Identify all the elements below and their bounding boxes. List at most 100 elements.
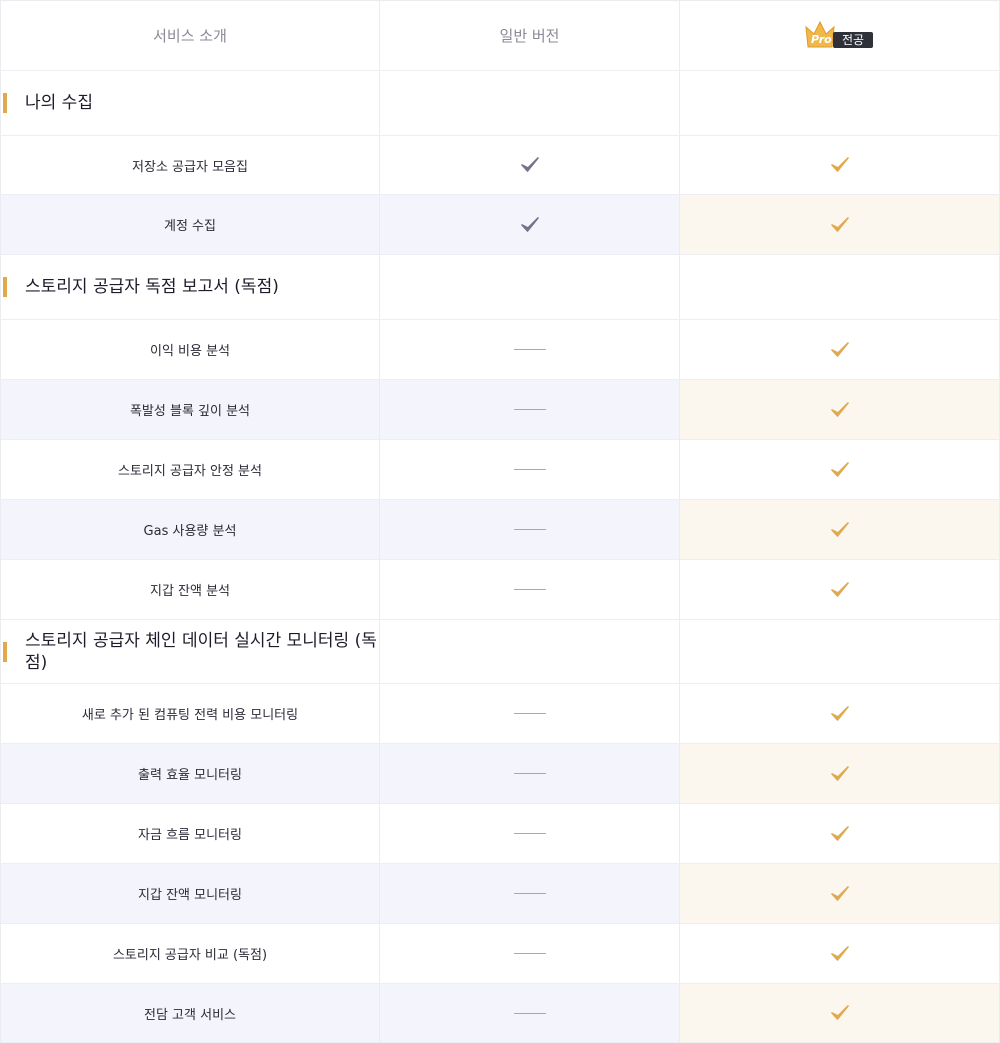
pro-check-icon (830, 581, 849, 597)
pro-check-icon (830, 401, 849, 417)
pro-availability-cell (680, 320, 1000, 379)
feature-label: 출력 효율 모니터링 (138, 768, 242, 783)
basic-availability-cell (380, 684, 680, 743)
pro-check-icon (830, 521, 849, 537)
pro-availability-cell (680, 864, 1000, 923)
feature-row: 스토리지 공급자 비교 (독점) (0, 924, 1000, 984)
feature-label: 새로 추가 된 컴퓨팅 전력 비용 모니터링 (81, 708, 299, 723)
header-basic-version: 일반 버전 (499, 27, 560, 45)
feature-row: 지갑 잔액 분석 (0, 560, 1000, 620)
feature-row: 이익 비용 분석 (0, 320, 1000, 380)
pro-availability-cell (680, 684, 1000, 743)
basic-availability-cell (380, 804, 680, 863)
section-title: 스토리지 공급자 체인 데이터 실시간 모니터링 (독점) (25, 630, 377, 673)
basic-availability-cell (380, 500, 680, 559)
pro-availability-cell (680, 136, 1000, 194)
section-empty-pro (680, 71, 1000, 135)
section-empty-pro (680, 620, 1000, 683)
basic-availability-cell (380, 136, 680, 194)
basic-check-icon (520, 216, 539, 232)
section-title-cell: 스토리지 공급자 독점 보고서 (독점) (0, 255, 380, 319)
not-included-dash-icon (513, 469, 546, 470)
feature-label: 이익 비용 분석 (149, 344, 231, 359)
header-row: 서비스 소개 일반 버전 Pro 전공 (0, 0, 1000, 71)
feature-label: 지갑 잔액 모니터링 (138, 888, 242, 903)
not-included-dash-icon (513, 349, 546, 350)
feature-row: 출력 효율 모니터링 (0, 744, 1000, 804)
basic-availability-cell (380, 864, 680, 923)
not-included-dash-icon (513, 953, 546, 954)
pro-check-icon (830, 945, 849, 961)
feature-row: 스토리지 공급자 안정 분석 (0, 440, 1000, 500)
basic-availability-cell (380, 380, 680, 439)
section-title: 스토리지 공급자 독점 보고서 (독점) (25, 277, 279, 297)
basic-availability-cell (380, 744, 680, 803)
pro-check-icon (830, 705, 849, 721)
section-row: 나의 수집 (0, 71, 1000, 136)
not-included-dash-icon (513, 529, 546, 530)
feature-label: 스토리지 공급자 안정 분석 (118, 464, 262, 479)
pro-availability-cell (680, 804, 1000, 863)
feature-row: 전담 고객 서비스 (0, 984, 1000, 1043)
section-accent-bar (3, 277, 7, 297)
basic-availability-cell (380, 560, 680, 619)
basic-availability-cell (380, 320, 680, 379)
feature-label: 스토리지 공급자 비교 (독점) (112, 948, 268, 963)
basic-availability-cell (380, 984, 680, 1042)
pro-check-icon (830, 885, 849, 901)
pro-availability-cell (680, 560, 1000, 619)
pro-check-icon (830, 765, 849, 781)
section-accent-bar (3, 93, 7, 113)
crown-icon: Pro 전공 (804, 20, 873, 48)
feature-row: 자금 흐름 모니터링 (0, 804, 1000, 864)
feature-label-cell: 자금 흐름 모니터링 (0, 804, 380, 863)
feature-label-cell: 지갑 잔액 분석 (0, 560, 380, 619)
pro-availability-cell (680, 924, 1000, 983)
pro-availability-cell (680, 984, 1000, 1042)
pro-check-icon (830, 157, 849, 172)
feature-label: 자금 흐름 모니터링 (138, 828, 242, 843)
section-accent-bar (3, 641, 7, 662)
section-empty-pro (680, 255, 1000, 319)
section-empty-basic (380, 71, 680, 135)
basic-availability-cell (380, 924, 680, 983)
feature-label-cell: 폭발성 블록 깊이 분석 (0, 380, 380, 439)
pro-availability-cell (680, 195, 1000, 254)
feature-label: Gas 사용량 분석 (143, 524, 237, 539)
feature-label: 지갑 잔액 분석 (149, 584, 231, 599)
feature-label-cell: Gas 사용량 분석 (0, 500, 380, 559)
basic-check-icon (520, 157, 539, 172)
pro-badge: Pro 전공 (804, 20, 875, 51)
header-intro-cell: 서비스 소개 (0, 1, 380, 70)
basic-availability-cell (380, 195, 680, 254)
pro-check-icon (830, 825, 849, 841)
pro-check-icon (830, 216, 849, 232)
feature-label-cell: 이익 비용 분석 (0, 320, 380, 379)
section-row: 스토리지 공급자 독점 보고서 (독점) (0, 255, 1000, 320)
pro-availability-cell (680, 440, 1000, 499)
not-included-dash-icon (513, 833, 546, 834)
header-intro: 서비스 소개 (153, 27, 227, 45)
feature-row: 계정 수집 (0, 195, 1000, 255)
pro-exclusive-label: 전공 (841, 33, 863, 47)
pro-availability-cell (680, 744, 1000, 803)
section-empty-basic (380, 620, 680, 683)
not-included-dash-icon (513, 713, 546, 714)
feature-row: 새로 추가 된 컴퓨팅 전력 비용 모니터링 (0, 684, 1000, 744)
feature-row: 저장소 공급자 모음집 (0, 136, 1000, 195)
feature-row: 폭발성 블록 깊이 분석 (0, 380, 1000, 440)
feature-row: Gas 사용량 분석 (0, 500, 1000, 560)
feature-label-cell: 스토리지 공급자 비교 (독점) (0, 924, 380, 983)
section-title: 나의 수집 (25, 93, 93, 113)
basic-availability-cell (380, 440, 680, 499)
header-basic-cell: 일반 버전 (380, 1, 680, 70)
feature-label-cell: 스토리지 공급자 안정 분석 (0, 440, 380, 499)
pro-check-icon (830, 1005, 849, 1020)
not-included-dash-icon (513, 1012, 546, 1014)
not-included-dash-icon (513, 409, 546, 410)
pro-word: Pro (811, 33, 832, 46)
feature-label-cell: 저장소 공급자 모음집 (0, 136, 380, 194)
not-included-dash-icon (513, 893, 546, 894)
feature-label: 계정 수집 (164, 219, 216, 234)
feature-label: 폭발성 블록 깊이 분석 (129, 404, 251, 419)
